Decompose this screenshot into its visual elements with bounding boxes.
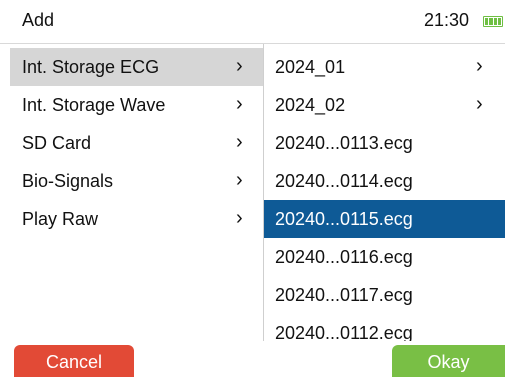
menu-item-bio-signals[interactable]: Bio-Signals › bbox=[10, 162, 263, 200]
file-item[interactable]: 20240...0113.ecg bbox=[264, 124, 505, 162]
folder-item-2024-01[interactable]: 2024_01 › bbox=[264, 48, 505, 86]
add-screen: Add 21:30 Int. Storage ECG › Int. Storag… bbox=[0, 0, 505, 381]
chevron-right-icon: › bbox=[236, 55, 243, 77]
page-title: Add bbox=[22, 10, 55, 30]
file-list[interactable]: 2024_01 › 2024_02 › 20240...0113.ecg 202… bbox=[264, 44, 505, 341]
chevron-right-icon: › bbox=[236, 93, 243, 115]
list-item-label: 20240...0117.ecg bbox=[275, 285, 413, 305]
list-item-label: 20240...0112.ecg bbox=[275, 323, 413, 341]
menu-item-int-storage-wave[interactable]: Int. Storage Wave › bbox=[10, 86, 263, 124]
list-item-label: 2024_01 bbox=[275, 57, 346, 77]
list-item-label: 20240...0113.ecg bbox=[275, 133, 413, 153]
menu-item-label: Play Raw bbox=[22, 209, 99, 229]
menu-item-int-storage-ecg[interactable]: Int. Storage ECG › bbox=[10, 48, 263, 86]
list-item-label: 20240...0116.ecg bbox=[275, 247, 413, 267]
menu-item-label: Bio-Signals bbox=[22, 171, 114, 191]
cancel-button[interactable]: Cancel bbox=[14, 345, 134, 377]
menu-item-label: Int. Storage Wave bbox=[22, 95, 166, 115]
file-item-selected[interactable]: 20240...0115.ecg bbox=[264, 200, 505, 238]
folder-item-2024-02[interactable]: 2024_02 › bbox=[264, 86, 505, 124]
chevron-right-icon: › bbox=[236, 169, 243, 191]
list-item-label: 20240...0114.ecg bbox=[275, 171, 413, 191]
list-item-label: 20240...0115.ecg bbox=[275, 209, 413, 229]
file-item[interactable]: 20240...0117.ecg bbox=[264, 276, 505, 314]
header-bar: Add 21:30 bbox=[0, 0, 505, 44]
footer-bar: Cancel Okay bbox=[0, 341, 505, 381]
chevron-right-icon: › bbox=[236, 131, 243, 153]
file-item[interactable]: 20240...0116.ecg bbox=[264, 238, 505, 276]
menu-item-label: Int. Storage ECG bbox=[22, 57, 160, 77]
clock-time: 21:30 bbox=[423, 10, 469, 30]
list-item-label: 2024_02 bbox=[275, 95, 346, 115]
chevron-right-icon: › bbox=[476, 93, 483, 115]
menu-item-play-raw[interactable]: Play Raw › bbox=[10, 200, 263, 238]
battery-full-icon bbox=[483, 16, 503, 27]
chevron-right-icon: › bbox=[236, 207, 243, 229]
file-item[interactable]: 20240...0114.ecg bbox=[264, 162, 505, 200]
okay-button[interactable]: Okay bbox=[392, 345, 505, 377]
menu-item-sd-card[interactable]: SD Card › bbox=[10, 124, 263, 162]
file-item[interactable]: 20240...0112.ecg bbox=[264, 314, 505, 341]
chevron-right-icon: › bbox=[476, 55, 483, 77]
menu-item-label: SD Card bbox=[22, 133, 92, 153]
source-menu: Int. Storage ECG › Int. Storage Wave › S… bbox=[10, 44, 263, 341]
